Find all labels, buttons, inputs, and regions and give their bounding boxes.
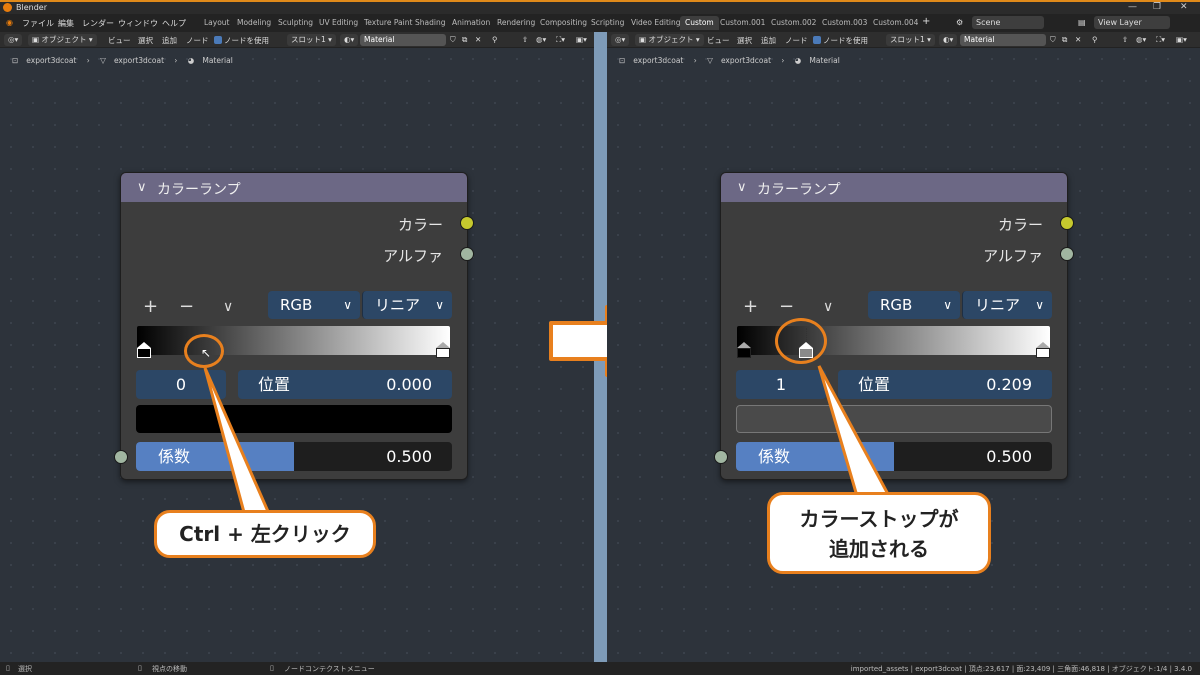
tab-compositing[interactable]: Compositing	[535, 16, 592, 30]
right-editor-header: ◎▾ ▣ オブジェクト ▾ ビュー 選択 追加 ノード ノードを使用 スロット1…	[607, 32, 1200, 48]
mouse-left-icon: ▯	[6, 664, 10, 672]
view-layer-icon[interactable]: ▤	[1078, 18, 1086, 27]
material-field[interactable]: Material	[360, 34, 446, 46]
callout-line-2: 追加される	[829, 537, 929, 561]
tab-sculpting[interactable]: Sculpting	[273, 16, 318, 30]
slot-label: スロット1	[291, 35, 326, 44]
status-info: imported_assets | export3dcoat | 頂点:23,6…	[850, 665, 1192, 673]
unlink-icon[interactable]: ✕	[475, 35, 481, 44]
overlay-icon[interactable]: ◍▾	[536, 35, 546, 44]
minimize-button[interactable]: —	[1128, 2, 1137, 12]
tab-shading[interactable]: Shading	[410, 16, 450, 30]
material-browse-icon[interactable]: ◐▾	[939, 34, 958, 46]
menu-view[interactable]: ビュー	[707, 35, 730, 46]
editor-type-icon[interactable]: ◎▾	[611, 34, 630, 46]
status-context-menu: ノードコンテクストメニュー	[284, 665, 375, 673]
pin-icon[interactable]: ⚲	[492, 35, 498, 44]
close-button[interactable]: ✕	[1180, 2, 1188, 12]
editor-type-icon[interactable]: ◎▾	[4, 34, 23, 46]
callout-ctrl-click: Ctrl + 左クリック	[154, 510, 376, 558]
snap-icon[interactable]: ⛶▾	[1156, 35, 1165, 45]
tab-uv-editing[interactable]: UV Editing	[314, 16, 363, 30]
tab-layout[interactable]: Layout	[199, 16, 235, 30]
status-bar: ▯ 選択 ▯ 視点の移動 ▯ ノードコンテクストメニュー imported_as…	[0, 662, 1200, 675]
snap-icon[interactable]: ⛶▾	[556, 35, 565, 45]
parent-node-icon[interactable]: ⇧	[522, 35, 528, 44]
menu-file[interactable]: ファイル	[22, 18, 54, 29]
tab-custom-003[interactable]: Custom.003	[817, 16, 872, 30]
menu-select[interactable]: 選択	[737, 35, 752, 46]
tab-custom-002[interactable]: Custom.002	[766, 16, 821, 30]
overlay-icon[interactable]: ◍▾	[1136, 35, 1146, 44]
callout-stop-added: カラーストップが 追加される	[767, 492, 991, 574]
menu-node[interactable]: ノード	[186, 35, 209, 46]
tab-video-editing[interactable]: Video Editing	[626, 16, 686, 30]
menu-render[interactable]: レンダー	[82, 18, 114, 29]
use-nodes-checkbox[interactable]: ノードを使用	[813, 35, 868, 46]
menu-window[interactable]: ウィンドウ	[118, 18, 158, 29]
scene-field[interactable]: Scene	[972, 16, 1044, 29]
callout-pointer	[203, 367, 273, 518]
use-nodes-checkbox[interactable]: ノードを使用	[214, 35, 269, 46]
tab-texture-paint[interactable]: Texture Paint	[359, 16, 417, 30]
object-mode-label: オブジェクト	[41, 35, 87, 44]
tab-custom-001[interactable]: Custom.001	[715, 16, 770, 30]
menu-add[interactable]: 追加	[162, 35, 177, 46]
unlink-icon[interactable]: ✕	[1075, 35, 1081, 44]
tab-custom[interactable]: Custom	[680, 16, 719, 30]
material-browse-icon[interactable]: ◐▾	[340, 34, 359, 46]
backdrop-icon[interactable]: ▣▾	[1176, 35, 1187, 44]
top-menubar: ◉ ファイル 編集 レンダー ウィンドウ ヘルプ Layout Modeling…	[0, 14, 1200, 32]
mouse-middle-icon: ▯	[138, 664, 142, 672]
object-mode-dropdown[interactable]: ▣ オブジェクト ▾	[635, 34, 704, 46]
object-mode-dropdown[interactable]: ▣ オブジェクト ▾	[28, 34, 97, 46]
blender-logo-icon	[3, 3, 12, 12]
scene-icon[interactable]: ⚙	[956, 18, 963, 27]
backdrop-icon[interactable]: ▣▾	[576, 35, 587, 44]
slot-dropdown[interactable]: スロット1 ▾	[886, 34, 935, 46]
status-select: 選択	[18, 665, 32, 673]
parent-node-icon[interactable]: ⇧	[1122, 35, 1128, 44]
left-node-canvas[interactable]: ⊡ export3dcoat › ▽ export3dcoat › ◕ Materia…	[0, 48, 594, 662]
tab-modeling[interactable]: Modeling	[232, 16, 276, 30]
window-titlebar: Blender — ❐ ✕	[0, 0, 1200, 14]
menu-edit[interactable]: 編集	[58, 18, 74, 29]
slot-dropdown[interactable]: スロット1 ▾	[287, 34, 336, 46]
tab-custom-004[interactable]: Custom.004	[868, 16, 923, 30]
fake-user-icon[interactable]: ⛉	[450, 35, 456, 45]
duplicate-icon[interactable]: ⧉	[1062, 35, 1067, 45]
tab-scripting[interactable]: Scripting	[586, 16, 629, 30]
status-pan: 視点の移動	[152, 665, 187, 673]
menu-view[interactable]: ビュー	[108, 35, 131, 46]
slot-label: スロット1	[890, 35, 925, 44]
use-nodes-label: ノードを使用	[224, 36, 269, 45]
duplicate-icon[interactable]: ⧉	[462, 35, 467, 45]
blender-menu-icon[interactable]: ◉	[6, 18, 13, 27]
menu-help[interactable]: ヘルプ	[162, 18, 186, 29]
menu-node[interactable]: ノード	[785, 35, 808, 46]
tab-rendering[interactable]: Rendering	[492, 16, 540, 30]
menu-add[interactable]: 追加	[761, 35, 776, 46]
fake-user-icon[interactable]: ⛉	[1050, 35, 1056, 45]
right-node-canvas[interactable]: ⊡ export3dcoat › ▽ export3dcoat › ◕ Materia…	[607, 48, 1200, 662]
tab-animation[interactable]: Animation	[447, 16, 495, 30]
left-editor-header: ◎▾ ▣ オブジェクト ▾ ビュー 選択 追加 ノード ノードを使用 スロット1…	[0, 32, 594, 48]
window-title: Blender	[16, 3, 47, 12]
use-nodes-label: ノードを使用	[823, 36, 868, 45]
mouse-right-icon: ▯	[270, 664, 274, 672]
add-workspace-icon[interactable]: +	[922, 16, 930, 27]
menu-select[interactable]: 選択	[138, 35, 153, 46]
checkbox-icon	[214, 36, 222, 44]
callout-line-1: カラーストップが	[799, 507, 959, 531]
checkbox-icon	[813, 36, 821, 44]
maximize-button[interactable]: ❐	[1153, 2, 1161, 12]
view-layer-field[interactable]: View Layer	[1094, 16, 1170, 29]
pin-icon[interactable]: ⚲	[1092, 35, 1098, 44]
object-mode-label: オブジェクト	[648, 35, 694, 44]
material-field[interactable]: Material	[960, 34, 1046, 46]
